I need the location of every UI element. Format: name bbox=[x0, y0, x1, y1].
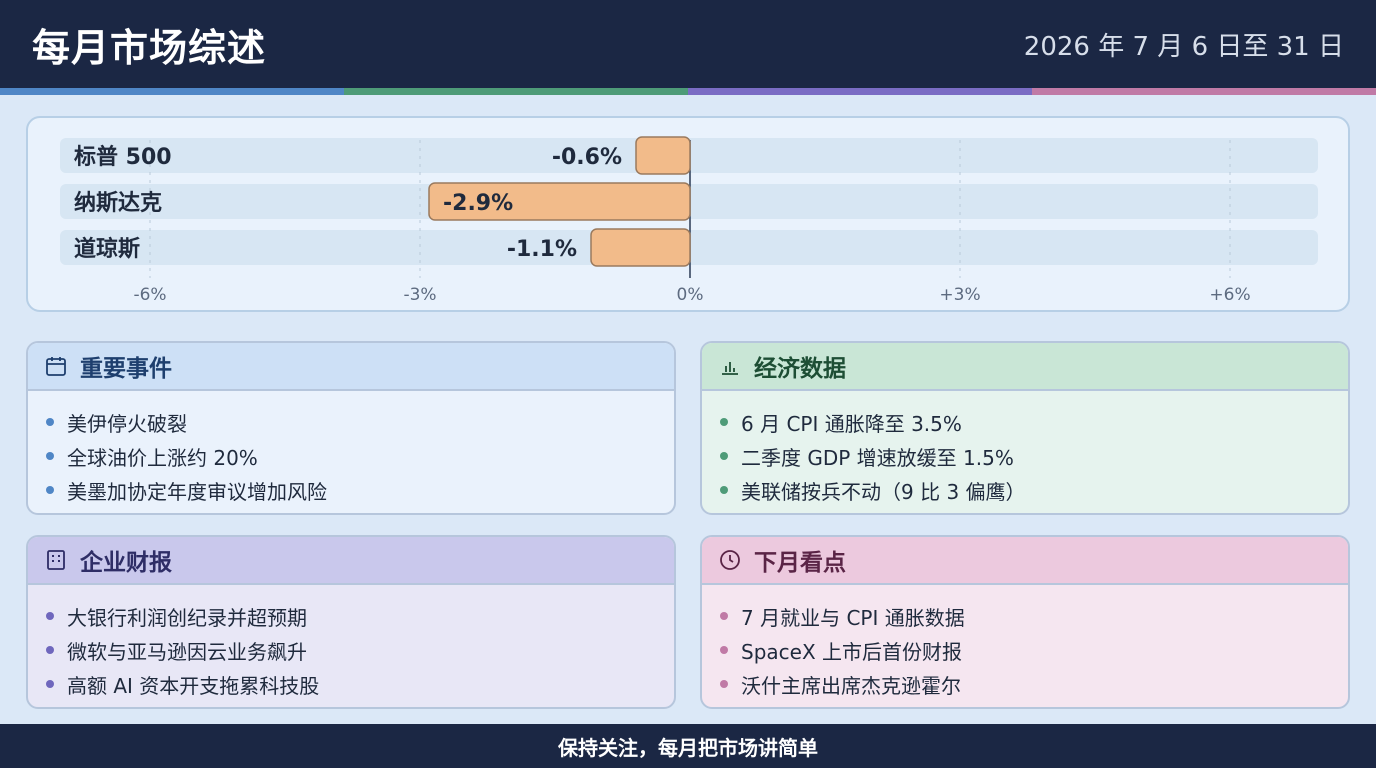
list-item: 7 月就业与 CPI 通胀数据 bbox=[720, 599, 1348, 633]
list-item: 全球油价上涨约 20% bbox=[46, 439, 674, 473]
value-label: -2.9% bbox=[443, 191, 513, 216]
list-item: 美伊停火破裂 bbox=[46, 405, 674, 439]
panel-next-month: 下月看点 7 月就业与 CPI 通胀数据 SpaceX 上市后首份财报 沃什主席… bbox=[700, 535, 1350, 709]
list-item: 沃什主席出席杰克逊霍尔 bbox=[720, 667, 1348, 701]
building-icon bbox=[44, 548, 68, 572]
panel-list: 6 月 CPI 通胀降至 3.5% 二季度 GDP 增速放缓至 1.5% 美联储… bbox=[702, 391, 1348, 507]
footer-text: 保持关注，每月把市场讲简单 bbox=[558, 735, 818, 760]
list-item-text: 大银行利润创纪录并超预期 bbox=[67, 605, 307, 630]
list-item: 大银行利润创纪录并超预期 bbox=[46, 599, 674, 633]
panel-list: 7 月就业与 CPI 通胀数据 SpaceX 上市后首份财报 沃什主席出席杰克逊… bbox=[702, 585, 1348, 701]
list-item-text: 沃什主席出席杰克逊霍尔 bbox=[741, 673, 961, 698]
footer-bar: 保持关注，每月把市场讲简单 bbox=[0, 724, 1376, 768]
bullet-dot bbox=[720, 646, 728, 654]
list-item-text: 高额 AI 资本开支拖累科技股 bbox=[67, 673, 320, 698]
tick-label: +3% bbox=[939, 285, 980, 305]
stripe-segment-blue bbox=[0, 88, 344, 95]
panel-header: 经济数据 bbox=[702, 343, 1348, 391]
stripe-segment-green bbox=[344, 88, 688, 95]
stripe-segment-pink bbox=[1032, 88, 1376, 95]
color-stripe bbox=[0, 88, 1376, 95]
panel-header: 重要事件 bbox=[28, 343, 674, 391]
list-item: 美墨加协定年度审议增加风险 bbox=[46, 473, 674, 507]
list-item-text: SpaceX 上市后首份财报 bbox=[741, 639, 963, 664]
bullet-dot bbox=[46, 646, 54, 654]
list-item-text: 微软与亚马逊因云业务飙升 bbox=[67, 639, 307, 664]
category-label: 标普 500 bbox=[74, 144, 172, 170]
bullet-dot bbox=[46, 452, 54, 460]
list-item-text: 美墨加协定年度审议增加风险 bbox=[67, 479, 327, 504]
bullet-dot bbox=[720, 612, 728, 620]
bullet-dot bbox=[720, 418, 728, 426]
bullet-dot bbox=[720, 486, 728, 494]
calendar-icon bbox=[44, 354, 68, 378]
category-label: 道琼斯 bbox=[74, 236, 140, 262]
bullet-dot bbox=[46, 418, 54, 426]
list-item-text: 美伊停火破裂 bbox=[67, 411, 187, 436]
panel-title: 经济数据 bbox=[754, 356, 846, 382]
tick-label: +6% bbox=[1209, 285, 1250, 305]
value-label: -0.6% bbox=[552, 145, 622, 170]
list-item: SpaceX 上市后首份财报 bbox=[720, 633, 1348, 667]
list-item-text: 6 月 CPI 通胀降至 3.5% bbox=[741, 411, 962, 436]
bar-chart-icon bbox=[718, 354, 742, 378]
stripe-segment-purple bbox=[688, 88, 1032, 95]
panel-title: 下月看点 bbox=[754, 550, 846, 576]
bullet-dot bbox=[720, 680, 728, 688]
bar bbox=[590, 228, 691, 267]
list-item: 二季度 GDP 增速放缓至 1.5% bbox=[720, 439, 1348, 473]
value-label: -1.1% bbox=[507, 237, 577, 262]
panel-header: 企业财报 bbox=[28, 537, 674, 585]
date-range: 2026 年 7 月 6 日至 31 日 bbox=[1023, 31, 1344, 62]
panel-list: 大银行利润创纪录并超预期 微软与亚马逊因云业务飙升 高额 AI 资本开支拖累科技… bbox=[28, 585, 674, 701]
list-item-text: 7 月就业与 CPI 通胀数据 bbox=[741, 605, 965, 630]
page-title: 每月市场综述 bbox=[32, 25, 267, 70]
list-item: 6 月 CPI 通胀降至 3.5% bbox=[720, 405, 1348, 439]
clock-icon bbox=[718, 548, 742, 572]
tick-label: -3% bbox=[403, 285, 436, 305]
list-item-text: 全球油价上涨约 20% bbox=[67, 445, 258, 470]
panel-key-events: 重要事件 美伊停火破裂 全球油价上涨约 20% 美墨加协定年度审议增加风险 bbox=[26, 341, 676, 515]
list-item: 高额 AI 资本开支拖累科技股 bbox=[46, 667, 674, 701]
list-item: 美联储按兵不动（9 比 3 偏鹰） bbox=[720, 473, 1348, 507]
bullet-dot bbox=[720, 452, 728, 460]
panel-title: 企业财报 bbox=[80, 550, 172, 576]
index-performance-chart: 标普 500 -0.6% 纳斯达克 -2.9% 道琼斯 -1.1% -6% -3% 0% +3% +… bbox=[26, 116, 1350, 312]
list-item-text: 二季度 GDP 增速放缓至 1.5% bbox=[741, 445, 1014, 470]
bullet-dot bbox=[46, 680, 54, 688]
bullet-dot bbox=[46, 612, 54, 620]
category-label: 纳斯达克 bbox=[74, 190, 162, 216]
panel-list: 美伊停火破裂 全球油价上涨约 20% 美墨加协定年度审议增加风险 bbox=[28, 391, 674, 507]
tick-label: 0% bbox=[677, 285, 704, 305]
header-bar: 每月市场综述 2026 年 7 月 6 日至 31 日 bbox=[0, 0, 1376, 88]
list-item: 微软与亚马逊因云业务飙升 bbox=[46, 633, 674, 667]
panel-earnings: 企业财报 大银行利润创纪录并超预期 微软与亚马逊因云业务飙升 高额 AI 资本开… bbox=[26, 535, 676, 709]
panel-title: 重要事件 bbox=[80, 356, 172, 382]
list-item-text: 美联储按兵不动（9 比 3 偏鹰） bbox=[741, 479, 1026, 504]
bar-chart-svg: 标普 500 -0.6% 纳斯达克 -2.9% 道琼斯 -1.1% -6% -3% 0% +3% +… bbox=[60, 136, 1318, 305]
panel-header: 下月看点 bbox=[702, 537, 1348, 585]
panel-economic-data: 经济数据 6 月 CPI 通胀降至 3.5% 二季度 GDP 增速放缓至 1.5… bbox=[700, 341, 1350, 515]
bullet-dot bbox=[46, 486, 54, 494]
tick-label: -6% bbox=[133, 285, 166, 305]
bar bbox=[635, 136, 691, 175]
